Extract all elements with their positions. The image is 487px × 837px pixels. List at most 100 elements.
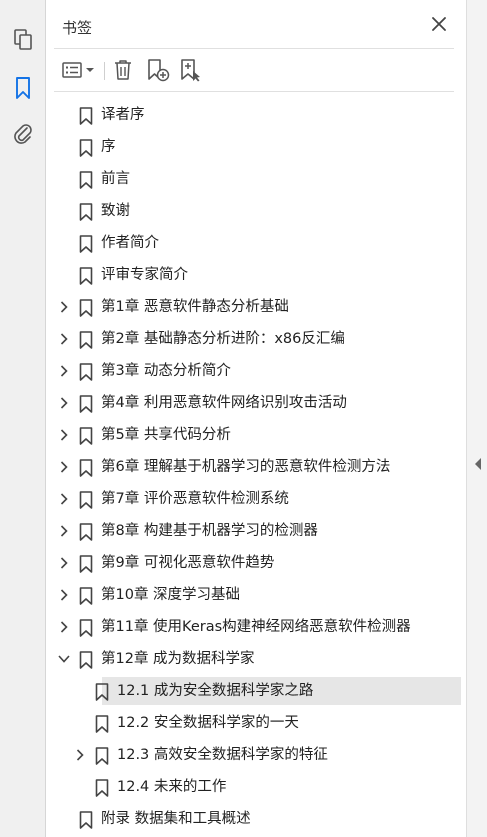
chevron-right-icon[interactable] <box>58 453 70 481</box>
bookmark-entry-icon <box>79 651 93 669</box>
chevron-right-icon[interactable] <box>74 741 86 769</box>
bookmark-entry-icon <box>79 299 93 317</box>
panel-title: 书签 <box>62 19 93 37</box>
bookmark-item[interactable]: 第9章 可视化恶意软件趋势 <box>54 549 456 577</box>
bookmark-entry-icon <box>79 107 93 125</box>
toolbar-divider <box>54 91 454 92</box>
chevron-right-icon[interactable] <box>58 613 70 641</box>
sub-bookmark-item[interactable]: 12.1 成为安全数据科学家之路 <box>95 677 461 705</box>
left-rail <box>0 0 46 837</box>
bookmark-item[interactable]: 致谢 <box>54 197 456 225</box>
chevron-right-icon[interactable] <box>58 389 70 417</box>
bookmark-item[interactable]: 第12章 成为数据科学家 <box>54 645 456 673</box>
bookmarks-panel: 书签 译者序 序 前言 致谢 作者简介 评审专家简介 第1章 恶意软件静态分析基… <box>46 0 466 837</box>
bookmark-entry-icon <box>79 331 93 349</box>
bookmark-entry-icon <box>95 683 109 701</box>
chevron-right-icon[interactable] <box>58 581 70 609</box>
bookmark-entry-icon <box>79 459 93 477</box>
bookmark-label: 12.4 未来的工作 <box>117 779 227 795</box>
sub-bookmark-item[interactable]: 12.4 未来的工作 <box>54 773 456 801</box>
bookmark-item[interactable]: 前言 <box>54 165 456 193</box>
bookmark-entry-icon <box>95 779 109 797</box>
bookmark-label: 第4章 利用恶意软件网络识别攻击活动 <box>101 395 347 411</box>
bookmark-label: 第7章 评价恶意软件检测系统 <box>101 491 289 507</box>
chevron-right-icon[interactable] <box>58 421 70 449</box>
pages-icon[interactable] <box>9 26 37 54</box>
bookmark-entry-icon <box>79 395 93 413</box>
bookmark-label: 12.2 安全数据科学家的一天 <box>117 715 299 731</box>
bookmark-label: 前言 <box>101 171 130 187</box>
chevron-right-icon[interactable] <box>58 357 70 385</box>
bookmark-entry-icon <box>79 203 93 221</box>
options-list-icon[interactable] <box>60 56 84 84</box>
new-bookmark-from-selection-icon[interactable] <box>178 56 204 84</box>
chevron-right-icon[interactable] <box>58 517 70 545</box>
chevron-right-icon[interactable] <box>58 325 70 353</box>
bookmark-label: 译者序 <box>101 107 145 123</box>
bookmark-entry-icon <box>79 619 93 637</box>
sub-bookmark-item[interactable]: 12.3 高效安全数据科学家的特征 <box>54 741 456 769</box>
bookmark-item[interactable]: 第5章 共享代码分析 <box>54 421 456 449</box>
bookmark-item[interactable]: 附录 数据集和工具概述 <box>54 805 456 833</box>
bookmark-entry-icon <box>79 491 93 509</box>
bookmark-icon[interactable] <box>9 74 37 102</box>
bookmark-entry-icon <box>79 555 93 573</box>
bookmark-label: 第10章 深度学习基础 <box>101 587 241 603</box>
bookmark-label: 第1章 恶意软件静态分析基础 <box>101 299 289 315</box>
bookmark-entry-icon <box>79 171 93 189</box>
bookmark-label: 第2章 基础静态分析进阶：x86反汇编 <box>101 331 345 347</box>
bookmark-entry-icon <box>95 715 109 733</box>
chevron-right-icon[interactable] <box>58 485 70 513</box>
new-bookmark-icon[interactable] <box>145 56 171 84</box>
bookmark-label: 12.1 成为安全数据科学家之路 <box>117 683 314 699</box>
bookmark-label: 致谢 <box>101 203 130 219</box>
sub-bookmark-item[interactable]: 12.2 安全数据科学家的一天 <box>54 709 456 737</box>
bookmark-label: 作者简介 <box>101 235 159 251</box>
bookmark-label: 第9章 可视化恶意软件趋势 <box>101 555 275 571</box>
bookmark-entry-icon <box>79 523 93 541</box>
bookmark-label: 第5章 共享代码分析 <box>101 427 231 443</box>
header-divider <box>54 48 454 49</box>
bookmark-label: 第11章 使用Keras构建神经网络恶意软件检测器 <box>101 619 411 635</box>
bookmark-item[interactable]: 序 <box>54 133 456 161</box>
bookmark-label: 第6章 理解基于机器学习的恶意软件检测方法 <box>101 459 391 475</box>
bookmark-item[interactable]: 译者序 <box>54 101 456 129</box>
bookmark-entry-icon <box>79 235 93 253</box>
chevron-right-icon[interactable] <box>58 549 70 577</box>
bookmark-item[interactable]: 第8章 构建基于机器学习的检测器 <box>54 517 456 545</box>
close-icon[interactable] <box>429 14 449 34</box>
bookmark-label: 第12章 成为数据科学家 <box>101 651 255 667</box>
bookmark-item[interactable]: 作者简介 <box>54 229 456 257</box>
bookmark-item[interactable]: 第10章 深度学习基础 <box>54 581 456 609</box>
bookmark-item[interactable]: 第6章 理解基于机器学习的恶意软件检测方法 <box>54 453 456 481</box>
bookmark-item[interactable]: 第3章 动态分析简介 <box>54 357 456 385</box>
bookmark-label: 12.3 高效安全数据科学家的特征 <box>117 747 328 763</box>
bookmark-entry-icon <box>79 811 93 829</box>
bookmark-item[interactable]: 评审专家简介 <box>54 261 456 289</box>
bookmark-item[interactable]: 第1章 恶意软件静态分析基础 <box>54 293 456 321</box>
bookmark-item[interactable]: 第2章 基础静态分析进阶：x86反汇编 <box>54 325 456 353</box>
chevron-right-icon[interactable] <box>58 293 70 321</box>
bookmark-entry-icon <box>79 427 93 445</box>
toolbar-separator <box>104 62 105 80</box>
delete-bookmark-icon[interactable] <box>111 56 135 84</box>
bookmark-label: 第3章 动态分析简介 <box>101 363 231 379</box>
bookmark-label: 附录 数据集和工具概述 <box>101 811 251 827</box>
dropdown-arrow-icon[interactable] <box>84 56 96 84</box>
bookmark-label: 评审专家简介 <box>101 267 188 283</box>
attachment-icon[interactable] <box>9 119 37 147</box>
bookmark-entry-icon <box>79 363 93 381</box>
bookmark-item[interactable]: 第11章 使用Keras构建神经网络恶意软件检测器 <box>54 613 456 641</box>
bookmark-label: 序 <box>101 139 116 155</box>
right-pane-strip <box>466 0 487 837</box>
collapse-panel-icon[interactable] <box>474 456 482 470</box>
panel-header: 书签 <box>46 0 466 48</box>
bookmark-entry-icon <box>95 747 109 765</box>
chevron-down-icon[interactable] <box>58 645 70 673</box>
bookmark-entry-icon <box>79 139 93 157</box>
bookmark-entry-icon <box>79 587 93 605</box>
bookmark-entry-icon <box>79 267 93 285</box>
bookmark-item[interactable]: 第4章 利用恶意软件网络识别攻击活动 <box>54 389 456 417</box>
bookmark-label: 第8章 构建基于机器学习的检测器 <box>101 523 318 539</box>
bookmark-item[interactable]: 第7章 评价恶意软件检测系统 <box>54 485 456 513</box>
